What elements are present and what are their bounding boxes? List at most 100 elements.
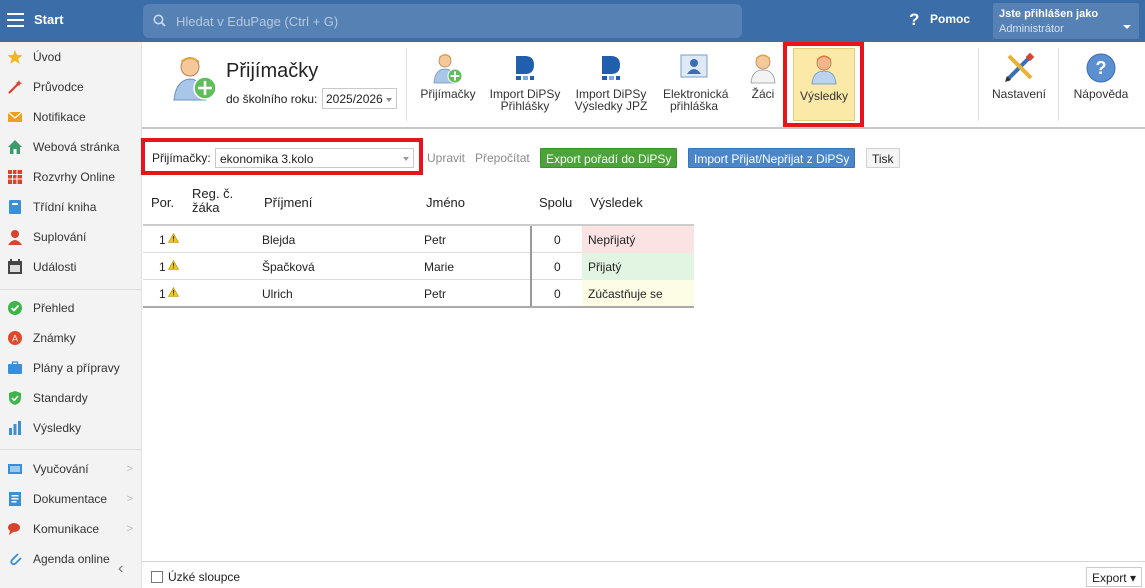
toolbar-divider [978,48,979,121]
cell-result: Přijatý [582,253,694,280]
toolbar-elektronicka-prihlaska-button[interactable]: Elektronická přihláška [657,48,731,121]
toolbar-nastaveni-button[interactable]: Nastavení [988,48,1050,121]
column-header-order[interactable]: Por. [151,195,174,210]
sidebar-item-label: Třídní kniha [33,200,97,214]
search-box[interactable] [143,4,742,38]
sidebar-item-suplovani[interactable]: Suplování [0,222,141,252]
top-bar: Start ? Pomoc Jste přihlášen jako Admini… [0,0,1145,42]
login-role: Administrátor [999,23,1064,35]
grades-icon: A [8,331,22,345]
chevron-down-icon [403,157,409,161]
help-link[interactable]: Pomoc [930,12,970,26]
sidebar-item-rozvrhy-online[interactable]: Rozvrhy Online [0,162,141,192]
sidebar-item-prehled[interactable]: Přehled [0,293,141,323]
column-header-result[interactable]: Výsledek [590,195,643,210]
narrow-columns-label[interactable]: Úzké sloupce [168,570,240,584]
sidebar-item-vysledky[interactable]: Výsledky [0,413,141,443]
sidebar-item-notifikace[interactable]: Notifikace [0,102,141,132]
column-separator [530,226,532,253]
toolbar-napoveda-button[interactable]: ? Nápověda [1066,48,1136,121]
sidebar-item-label: Komunikace [33,522,100,536]
sidebar-item-label: Vyučování [33,462,89,476]
student-icon [750,54,776,84]
cell-name: Petr [424,287,447,301]
edit-link[interactable]: Upravit [427,151,465,165]
print-button[interactable]: Tisk [866,148,900,168]
dipsy-logo-icon [602,56,620,80]
warning-icon [168,233,179,243]
paperclip-icon [10,553,22,566]
sidebar-item-label: Agenda online [33,552,110,566]
cell-total: 0 [554,260,561,274]
toolbar-button-label: Elektronická přihláška [663,87,729,113]
table-row[interactable]: 1 Špačková Marie 0 Přijatý [143,253,694,280]
help-question-icon[interactable]: ? [909,10,919,30]
toolbar-vysledky-button[interactable]: Výsledky [793,48,855,121]
school-year-select[interactable]: 2025/2026 [322,88,397,109]
sidebar-item-plany-a-pripravy[interactable]: Plány a přípravy [0,353,141,383]
sidebar-item-tridni-kniha[interactable]: Třídní kniha [0,192,141,222]
sidebar-item-label: Rozvrhy Online [33,170,116,184]
cell-total: 0 [554,233,561,247]
toolbar-import-dipsy-prihlasky-button[interactable]: Import DiPSy Přihlášky [487,48,563,121]
start-label[interactable]: Start [34,12,64,27]
search-input[interactable] [176,12,716,30]
result-text: Zúčastňuje se [588,287,663,301]
column-header-name[interactable]: Jméno [426,195,465,210]
substitute-icon [8,230,22,245]
cell-surname: Ulrich [262,287,293,301]
table-row[interactable]: 1 Ulrich Petr 0 Zúčastňuje se [143,280,694,307]
toolbar-button-label: Žáci [751,87,775,101]
hamburger-menu-icon[interactable] [7,13,24,27]
import-accepted-dipsy-button[interactable]: Import Přijat/Nepřijat z DiPSy [688,148,856,168]
home-icon [8,140,22,154]
column-header-reg[interactable]: Reg. č. žáka [192,187,242,215]
export-dropdown-button[interactable]: Export ▾ [1085,567,1142,587]
admissions-select-value: ekonomika 3.kolo [220,152,314,166]
column-header-total[interactable]: Spolu [539,195,572,210]
page-header: Přijímačky do školního roku: 2025/2026 P… [142,42,1145,129]
school-year-label: do školního roku: [226,92,318,106]
sidebar-item-vyucovani[interactable]: Vyučování > [0,454,141,484]
narrow-columns-checkbox[interactable] [151,571,163,583]
sidebar-item-label: Webová stránka [33,140,120,154]
sidebar-item-webova-stranka[interactable]: Webová stránka [0,132,141,162]
sidebar-item-label: Výsledky [33,421,82,435]
briefcase-icon [8,361,22,374]
chevron-right-icon: > [126,523,133,535]
admissions-select[interactable]: ekonomika 3.kolo [215,148,414,168]
sidebar-item-komunikace[interactable]: Komunikace > [0,514,141,544]
timetable-icon [8,170,22,184]
sidebar-item-label: Suplování [33,230,87,244]
warning-icon [168,287,179,297]
sidebar: Úvod Průvodce Notifikace Webová stránka … [0,42,142,588]
toolbar-import-dipsy-vysledky-button[interactable]: Import DiPSy Výsledky JPZ [572,48,650,121]
column-header-surname[interactable]: Příjmení [264,195,312,210]
toolbar-prijimacky-button[interactable]: Přijímačky [414,48,482,121]
sidebar-item-standardy[interactable]: Standardy [0,383,141,413]
user-menu[interactable]: Jste přihlášen jako Administrátor [993,3,1139,39]
toolbar-button-label: Import DiPSy Výsledky JPZ [574,87,648,113]
toolbar-button-label: Výsledky [799,89,849,103]
sidebar-item-udalosti[interactable]: Události [0,252,141,282]
sidebar-item-label: Události [33,260,77,274]
star-icon [7,50,23,64]
sidebar-item-znamky[interactable]: A Známky [0,323,141,353]
recalculate-link[interactable]: Přepočítat [475,151,530,165]
sidebar-item-pruvodce[interactable]: Průvodce [0,72,141,102]
collapse-sidebar-icon[interactable]: ‹ [118,560,123,578]
admissions-user-add-icon [173,57,217,101]
user-add-icon [433,54,463,84]
document-icon [9,492,21,506]
check-circle-icon [8,301,22,315]
export-order-dipsy-button[interactable]: Export pořadí do DiPSy [540,148,678,168]
sidebar-item-dokumentace[interactable]: Dokumentace > [0,484,141,514]
filter-label: Přijímačky: [152,151,211,165]
sidebar-item-uvod[interactable]: Úvod [0,42,141,72]
toolbar-zaci-button[interactable]: Žáci [741,48,785,121]
book-icon [9,200,21,214]
table-row[interactable]: 1 Blejda Petr 0 Nepřijatý [143,226,694,253]
sidebar-item-label: Přehled [33,301,75,315]
toolbar-button-label: Import DiPSy Přihlášky [489,87,561,113]
svg-text:A: A [12,334,18,344]
